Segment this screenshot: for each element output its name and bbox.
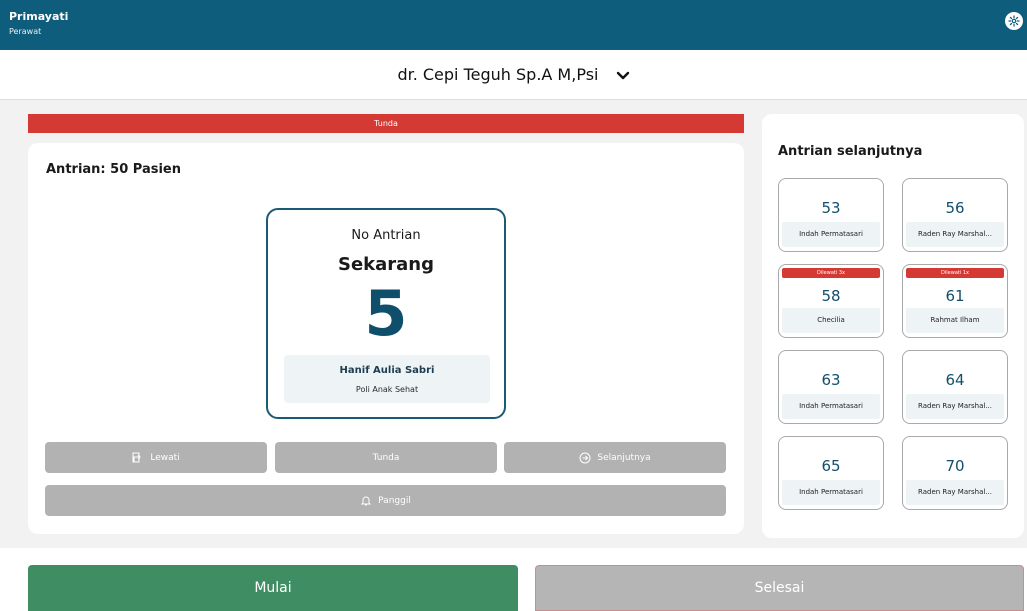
queue-card-name: Raden Ray Marshal... <box>906 480 1004 505</box>
queue-card-number: 64 <box>945 371 965 389</box>
skip-button-label: Lewati <box>150 452 180 463</box>
queue-card-number: 56 <box>945 199 965 217</box>
skip-icon <box>132 452 142 463</box>
queue-card-name: Indah Permatasari <box>782 394 880 419</box>
queue-number-label: No Antrian <box>351 228 421 243</box>
chevron-down-icon <box>616 71 629 79</box>
queue-card-name: Raden Ray Marshal... <box>906 394 1004 419</box>
patient-name: Hanif Aulia Sabri <box>339 365 435 376</box>
queue-card[interactable]: 64 Raden Ray Marshal... <box>902 350 1008 424</box>
user-role: Perawat <box>9 27 42 36</box>
skip-count-badge: Dilewati 1x <box>906 268 1004 278</box>
next-queue-title: Antrian selanjutnya <box>778 144 923 159</box>
start-button-label: Mulai <box>254 580 292 596</box>
patient-poli: Poli Anak Sehat <box>355 385 419 394</box>
start-button[interactable]: Mulai <box>28 565 518 611</box>
queue-card[interactable]: 70 Raden Ray Marshal... <box>902 436 1008 510</box>
bell-icon <box>360 496 372 505</box>
arrow-right-circle-icon <box>579 452 591 463</box>
queue-card-name: Indah Permatasari <box>782 222 880 247</box>
status-banner: Tunda <box>28 114 744 133</box>
call-button-label: Panggil <box>378 495 411 506</box>
gear-icon <box>1008 15 1020 27</box>
top-header: Primayati Perawat <box>0 0 1027 50</box>
queue-card[interactable]: 65 Indah Permatasari <box>778 436 884 510</box>
bottom-action-bar: Mulai Selesai <box>0 548 1027 611</box>
queue-card[interactable]: 63 Indah Permatasari <box>778 350 884 424</box>
settings-button[interactable] <box>1005 12 1023 30</box>
queue-card[interactable]: Dilewati 1x 61 Rahmat Ilham <box>902 264 1008 338</box>
doctor-bar: dr. Cepi Teguh Sp.A M,Psi <box>0 50 1027 100</box>
current-patient-info: Hanif Aulia Sabri Poli Anak Sehat <box>284 355 490 403</box>
call-button[interactable]: Panggil <box>45 485 726 516</box>
queue-card-number: 65 <box>821 457 841 475</box>
queue-card-number: 58 <box>821 287 841 305</box>
current-queue-card: Antrian: 50 Pasien No Antrian Sekarang 5… <box>28 143 744 534</box>
queue-card[interactable]: 56 Raden Ray Marshal... <box>902 178 1008 252</box>
finish-button-label: Selesai <box>754 580 805 596</box>
doctor-selector[interactable]: dr. Cepi Teguh Sp.A M,Psi <box>0 65 1027 84</box>
queue-card-name: Checilia <box>782 308 880 333</box>
postpone-button[interactable]: Tunda <box>275 442 497 473</box>
current-queue-number: 5 <box>364 277 408 350</box>
skip-count-badge: Dilewati 3x <box>782 268 880 278</box>
doctor-name: dr. Cepi Teguh Sp.A M,Psi <box>397 65 599 84</box>
queue-card-name: Indah Permatasari <box>782 480 880 505</box>
queue-card[interactable]: Dilewati 3x 58 Checilia <box>778 264 884 338</box>
next-queue-panel: Antrian selanjutnya 53 Indah Permatasari… <box>762 114 1024 538</box>
queue-card-number: 61 <box>945 287 965 305</box>
queue-card[interactable]: 53 Indah Permatasari <box>778 178 884 252</box>
next-button-label: Selanjutnya <box>597 452 651 463</box>
current-number-box: No Antrian Sekarang 5 Hanif Aulia Sabri … <box>266 208 506 419</box>
queue-card-number: 70 <box>945 457 965 475</box>
user-name: Primayati <box>9 10 69 23</box>
finish-button[interactable]: Selesai <box>535 565 1024 611</box>
queue-card-name: Raden Ray Marshal... <box>906 222 1004 247</box>
queue-card-number: 53 <box>821 199 841 217</box>
postpone-button-label: Tunda <box>372 452 400 463</box>
queue-card-name: Rahmat Ilham <box>906 308 1004 333</box>
now-label: Sekarang <box>337 254 434 275</box>
next-button[interactable]: Selanjutnya <box>504 442 726 473</box>
queue-card-number: 63 <box>821 371 841 389</box>
skip-button[interactable]: Lewati <box>45 442 267 473</box>
queue-count: Antrian: 50 Pasien <box>46 162 181 177</box>
